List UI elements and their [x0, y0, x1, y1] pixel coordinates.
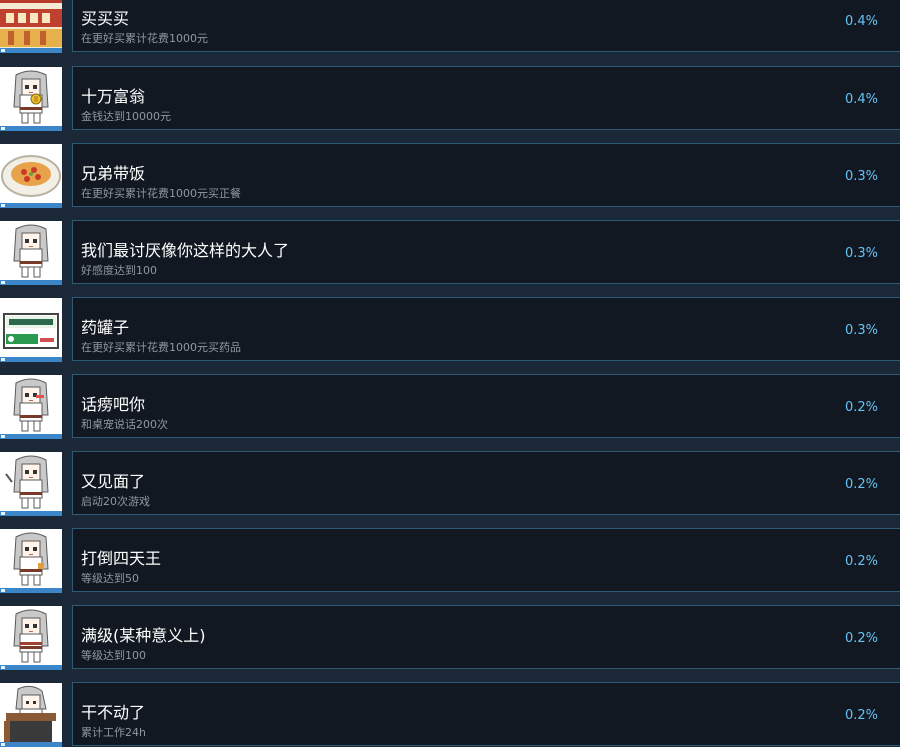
unlock-percent: 0.4% [844, 14, 878, 29]
unlock-percent: 0.2% [844, 400, 878, 415]
achievement-title: 又见面了 [81, 472, 146, 491]
unlock-percent: 0.2% [844, 477, 878, 492]
achievement-panel: 又见面了启动20次游戏 0.2% [72, 451, 900, 515]
achievement-panel: 我们最讨厌像你这样的大人了好感度达到100 0.3% [72, 220, 900, 284]
achievement-title: 药罐子 [81, 318, 130, 337]
achievement-description: 金钱达到10000元 [81, 110, 171, 123]
achievement-title: 十万富翁 [81, 87, 146, 106]
icon-frame-bar [0, 48, 62, 53]
achievement-title: 话痨吧你 [81, 395, 146, 414]
achievement-description: 累计工作24h [81, 726, 146, 739]
icon-frame-bar [0, 434, 62, 439]
chibi-girl-desk-icon [0, 683, 62, 747]
chibi-girl-wave-icon [0, 452, 62, 516]
unlock-percent: 0.3% [844, 169, 878, 184]
food-plate-icon [0, 144, 62, 208]
achievement-row[interactable]: 满级(某种意义上) 等级达到100 0.2% [0, 605, 900, 671]
chibi-girl-talk-icon [0, 375, 62, 439]
achievement-row[interactable]: 又见面了启动20次游戏 0.2% [0, 451, 900, 517]
unlock-percent: 0.4% [844, 92, 878, 107]
achievement-title: 满级(某种意义上) [81, 626, 206, 645]
achievement-row[interactable]: 药罐子在更好买累计花费1000元买药品 0.3% [0, 297, 900, 363]
unlock-percent: 0.2% [844, 554, 878, 569]
achievement-row[interactable]: 打倒四天王等级达到50 0.2% [0, 528, 900, 594]
achievement-panel: 打倒四天王等级达到50 0.2% [72, 528, 900, 592]
unlock-percent: 0.2% [844, 631, 878, 646]
achievement-description: 在更好买累计花费1000元买药品 [81, 341, 241, 354]
achievement-row[interactable]: 十万富翁金钱达到10000元 0.4% [0, 66, 900, 132]
achievement-row[interactable]: 我们最讨厌像你这样的大人了好感度达到100 0.3% [0, 220, 900, 286]
unlock-percent: 0.2% [844, 708, 878, 723]
achievement-row[interactable]: 兄弟带饭在更好买累计花费1000元买正餐 0.3% [0, 143, 900, 209]
icon-frame-bar [0, 203, 62, 208]
achievement-title: 买买买 [81, 9, 130, 28]
achievement-row[interactable]: 干不动了累计工作24h 0.2% [0, 682, 900, 747]
achievement-title: 打倒四天王 [81, 549, 162, 568]
chibi-girl-fight-icon [0, 529, 62, 593]
achievement-panel: 话痨吧你和桌宠说话200次 0.2% [72, 374, 900, 438]
medicine-box-icon [0, 298, 62, 362]
achievement-description: 等级达到100 [81, 649, 146, 662]
chibi-girl-maxlevel-icon [0, 606, 62, 670]
achievement-panel: 干不动了累计工作24h 0.2% [72, 682, 900, 746]
achievement-description: 启动20次游戏 [81, 495, 150, 508]
achievement-panel: 十万富翁金钱达到10000元 0.4% [72, 66, 900, 130]
icon-frame-bar [0, 588, 62, 593]
icon-frame-bar [0, 665, 62, 670]
achievement-title: 我们最讨厌像你这样的大人了 [81, 241, 290, 260]
achievement-panel: 满级(某种意义上) 等级达到100 0.2% [72, 605, 900, 669]
icon-frame-bar [0, 280, 62, 285]
achievement-row[interactable]: 买买买在更好买累计花费1000元 0.4% [0, 0, 900, 54]
achievement-panel: 兄弟带饭在更好买累计花费1000元买正餐 0.3% [72, 143, 900, 207]
unlock-percent: 0.3% [844, 246, 878, 261]
icon-frame-bar [0, 357, 62, 362]
icon-frame-bar [0, 742, 62, 747]
achievement-panel: 药罐子在更好买累计花费1000元买药品 0.3% [72, 297, 900, 361]
pixel-sign-icon [0, 0, 62, 53]
achievement-description: 在更好买累计花费1000元 [81, 32, 208, 45]
chibi-girl-money-icon [0, 67, 62, 131]
achievement-title: 干不动了 [81, 703, 146, 722]
achievement-row[interactable]: 话痨吧你和桌宠说话200次 0.2% [0, 374, 900, 440]
icon-frame-bar [0, 511, 62, 516]
achievement-panel: 买买买在更好买累计花费1000元 0.4% [72, 0, 900, 52]
achievement-description: 和桌宠说话200次 [81, 418, 168, 431]
achievement-list: 买买买在更好买累计花费1000元 0.4% 十万富翁金钱达到10000元 0.4% 兄弟… [0, 0, 900, 747]
icon-frame-bar [0, 126, 62, 131]
achievement-description: 在更好买累计花费1000元买正餐 [81, 187, 241, 200]
achievement-description: 好感度达到100 [81, 264, 157, 277]
unlock-percent: 0.3% [844, 323, 878, 338]
chibi-girl-icon [0, 221, 62, 285]
achievement-description: 等级达到50 [81, 572, 139, 585]
achievement-title: 兄弟带饭 [81, 164, 146, 183]
